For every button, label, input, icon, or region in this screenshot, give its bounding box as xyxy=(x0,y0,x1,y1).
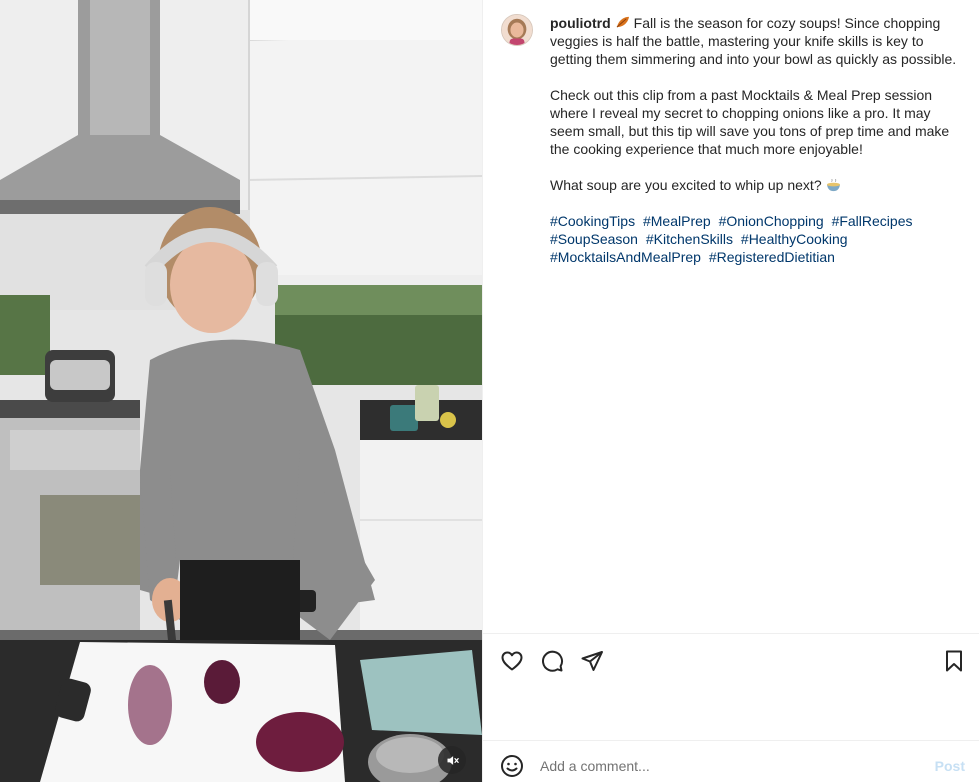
caption-paragraph-1: pouliotrd Fall is the season for cozy sou… xyxy=(550,14,957,68)
post-video[interactable] xyxy=(0,0,482,782)
hashtag-link[interactable]: #RegisteredDietitian xyxy=(709,249,835,265)
caption-paragraph-3: What soup are you excited to whip up nex… xyxy=(550,176,957,194)
username-link[interactable]: pouliotrd xyxy=(550,15,611,31)
comment-bar: Post xyxy=(499,752,967,780)
hashtag-list: #CookingTips #MealPrep #OnionChopping #F… xyxy=(550,212,957,266)
hashtag-link[interactable]: #MocktailsAndMealPrep xyxy=(550,249,701,265)
speaker-muted-icon xyxy=(447,755,459,765)
like-button[interactable] xyxy=(499,648,525,674)
hashtag-link[interactable]: #MealPrep xyxy=(643,213,711,229)
caption-row: pouliotrd Fall is the season for cozy sou… xyxy=(501,14,957,266)
bookmark-icon xyxy=(946,650,962,672)
comment-divider xyxy=(483,740,979,741)
caption-paragraph-2: Check out this clip from a past Mocktail… xyxy=(550,87,950,157)
comment-input[interactable] xyxy=(540,758,935,774)
comment-icon xyxy=(542,650,564,672)
soup-bowl-icon xyxy=(826,179,840,192)
avatar-image xyxy=(502,15,532,45)
smiley-icon xyxy=(501,755,523,777)
post-details-panel: pouliotrd Fall is the season for cozy sou… xyxy=(482,0,979,782)
avatar[interactable] xyxy=(501,14,533,46)
hashtag-link[interactable]: #CookingTips xyxy=(550,213,635,229)
comment-button[interactable] xyxy=(539,648,565,674)
save-button[interactable] xyxy=(941,648,967,674)
hashtag-link[interactable]: #OnionChopping xyxy=(719,213,824,229)
share-button[interactable] xyxy=(579,648,605,674)
emoji-picker-button[interactable] xyxy=(499,753,525,779)
caption-text-3: What soup are you excited to whip up nex… xyxy=(550,177,822,193)
action-bar xyxy=(499,648,967,674)
actions-divider xyxy=(483,633,979,634)
caption: pouliotrd Fall is the season for cozy sou… xyxy=(550,14,957,266)
hashtag-link[interactable]: #KitchenSkills xyxy=(646,231,733,247)
mute-toggle-button[interactable] xyxy=(438,746,466,774)
paper-plane-icon xyxy=(581,651,603,671)
hashtag-link[interactable]: #FallRecipes xyxy=(832,213,913,229)
post-comment-button[interactable]: Post xyxy=(935,758,965,774)
fallen-leaf-icon xyxy=(616,16,629,28)
video-frame xyxy=(0,0,482,782)
hashtag-link[interactable]: #HealthyCooking xyxy=(741,231,848,247)
heart-icon xyxy=(501,651,523,671)
hashtag-link[interactable]: #SoupSeason xyxy=(550,231,638,247)
